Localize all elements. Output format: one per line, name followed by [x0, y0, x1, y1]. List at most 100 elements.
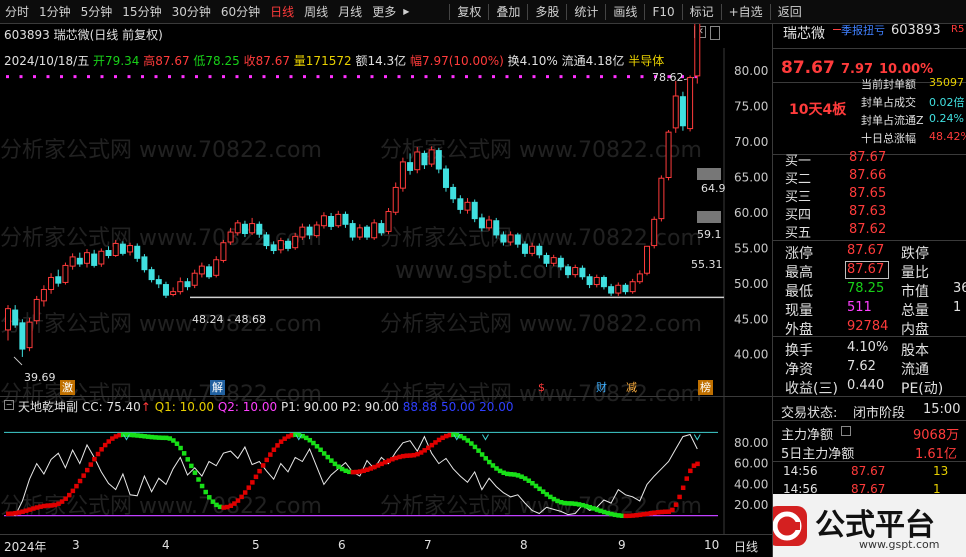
indicator-axis-label: 20.00	[734, 498, 768, 512]
stat-value: 7.62	[847, 359, 876, 374]
price-axis-label: 70.00	[734, 135, 768, 149]
toolbar-button[interactable]: 复权	[452, 0, 486, 24]
more-caret-icon[interactable]: ▶	[401, 0, 411, 24]
price-axis-label: 50.00	[734, 277, 768, 291]
candle-body	[486, 219, 493, 229]
limit-dot	[141, 75, 144, 79]
event-badge[interactable]: 财	[594, 380, 609, 395]
period-tab[interactable]: 日线	[265, 0, 299, 24]
period-tab[interactable]: 分时	[0, 0, 34, 24]
wave-dot	[260, 463, 266, 468]
limit-dot	[627, 75, 630, 79]
candle-body	[234, 222, 241, 234]
candle-body	[600, 276, 607, 288]
period-tab[interactable]: 15分钟	[117, 0, 166, 24]
chart-toggle-icon[interactable]	[841, 426, 851, 436]
wave-dot	[99, 447, 104, 452]
candle-body	[119, 243, 126, 254]
range-label: 48.24 - 48.68	[192, 313, 266, 326]
seal-label: 十日总涨幅	[861, 132, 916, 145]
candle-body	[155, 279, 162, 285]
limit-dot	[114, 75, 117, 79]
candle-body	[241, 223, 248, 235]
candlestick-chart[interactable]: 80.00 75.00 70.00 65.00 60.00 55.00 50.00 45.00…	[0, 24, 772, 557]
limit-dot	[235, 75, 239, 79]
report-tag[interactable]: 季报扭亏	[841, 24, 885, 38]
toolbar-button[interactable]: 返回	[773, 0, 807, 24]
event-badge[interactable]: 减	[624, 380, 639, 395]
candle-body	[464, 201, 471, 211]
date-axis-label: 6	[338, 538, 346, 552]
toolbar-button[interactable]: 画线	[608, 0, 642, 24]
toolbar-separator	[644, 3, 646, 20]
candle-body	[622, 284, 629, 293]
event-badge[interactable]: $	[536, 380, 547, 395]
period-tab[interactable]: 60分钟	[216, 0, 265, 24]
bid-label: 买三	[785, 190, 812, 205]
candle-body	[206, 266, 213, 278]
candle-body	[636, 273, 643, 283]
candle-body	[263, 234, 270, 247]
highlight-box	[845, 261, 889, 279]
low-pointer	[13, 356, 23, 366]
period-tab[interactable]: 周线	[299, 0, 333, 24]
period-tab[interactable]: 月线	[333, 0, 367, 24]
indicator-extra: 88.88 50.00 20.00	[402, 400, 514, 414]
indicator-cc-arrow: ↑	[140, 400, 151, 414]
seal-label: 封单占流通Z	[861, 114, 924, 127]
limit-dot	[87, 75, 90, 79]
indicator-p2: P2: 90.00	[341, 400, 399, 414]
wave-dot	[174, 441, 180, 446]
toolbar-button[interactable]: 叠加	[491, 0, 525, 24]
candle-body	[579, 267, 586, 278]
wave-dot	[253, 474, 259, 480]
candle-body	[442, 168, 449, 188]
toolbar-separator	[720, 3, 722, 20]
limit-dot	[289, 75, 293, 79]
toolbar-button[interactable]: F10	[647, 0, 679, 24]
candle-body	[76, 257, 83, 265]
last-price: 87.67	[781, 58, 835, 78]
event-badge[interactable]: 解	[210, 380, 225, 395]
stat-label: 现量	[785, 303, 813, 319]
indicator-p1: P1: 90.00	[280, 400, 339, 414]
limit-dot	[532, 75, 536, 79]
limit-dot	[100, 75, 104, 79]
toolbar-button[interactable]: 多股	[530, 0, 564, 24]
toolbar-button[interactable]: 统计	[569, 0, 603, 24]
chart-area[interactable]: 603893 瑞芯微(日线 前复权) ✕ 2024/10/18/五 开79.34…	[0, 24, 772, 557]
date-axis-label: 5	[252, 538, 260, 552]
stat-label: 股本	[901, 343, 929, 359]
period-tab[interactable]: 5分钟	[76, 0, 118, 24]
limit-dot	[276, 75, 279, 79]
wave-dot	[680, 485, 686, 491]
candle-body	[19, 322, 26, 350]
level-label-5531: 55.31	[691, 258, 723, 271]
stock-code: 603893	[891, 24, 941, 38]
period-tab[interactable]: 更多	[367, 0, 401, 24]
period-tab[interactable]: 1分钟	[34, 0, 76, 24]
indicator-axis-label: 40.00	[734, 477, 768, 491]
stat-value: 1	[953, 300, 962, 315]
limit-dot	[370, 75, 374, 79]
event-badge[interactable]: 榜	[698, 380, 713, 395]
event-badge[interactable]: 激	[60, 380, 75, 395]
wave-dot	[192, 470, 198, 475]
candle-body	[371, 222, 378, 239]
toolbar-button[interactable]: +自选	[724, 0, 768, 24]
candle-body	[342, 213, 349, 225]
period-tab[interactable]: 30分钟	[167, 0, 216, 24]
tick-time: 14:56	[783, 464, 818, 478]
collapse-icon[interactable]: −	[4, 400, 14, 410]
indicator-name: 天地乾坤副	[18, 400, 79, 414]
candle-body	[98, 250, 105, 265]
stat-label: 内盘	[901, 322, 929, 338]
limit-dot	[357, 75, 360, 79]
candle-body	[69, 256, 76, 267]
limit-dot	[384, 75, 387, 79]
tag-line	[833, 29, 841, 30]
candle-body	[5, 308, 11, 331]
wave-dot	[67, 492, 72, 498]
toolbar-button[interactable]: 标记	[685, 0, 719, 24]
limit-dot	[154, 75, 158, 79]
